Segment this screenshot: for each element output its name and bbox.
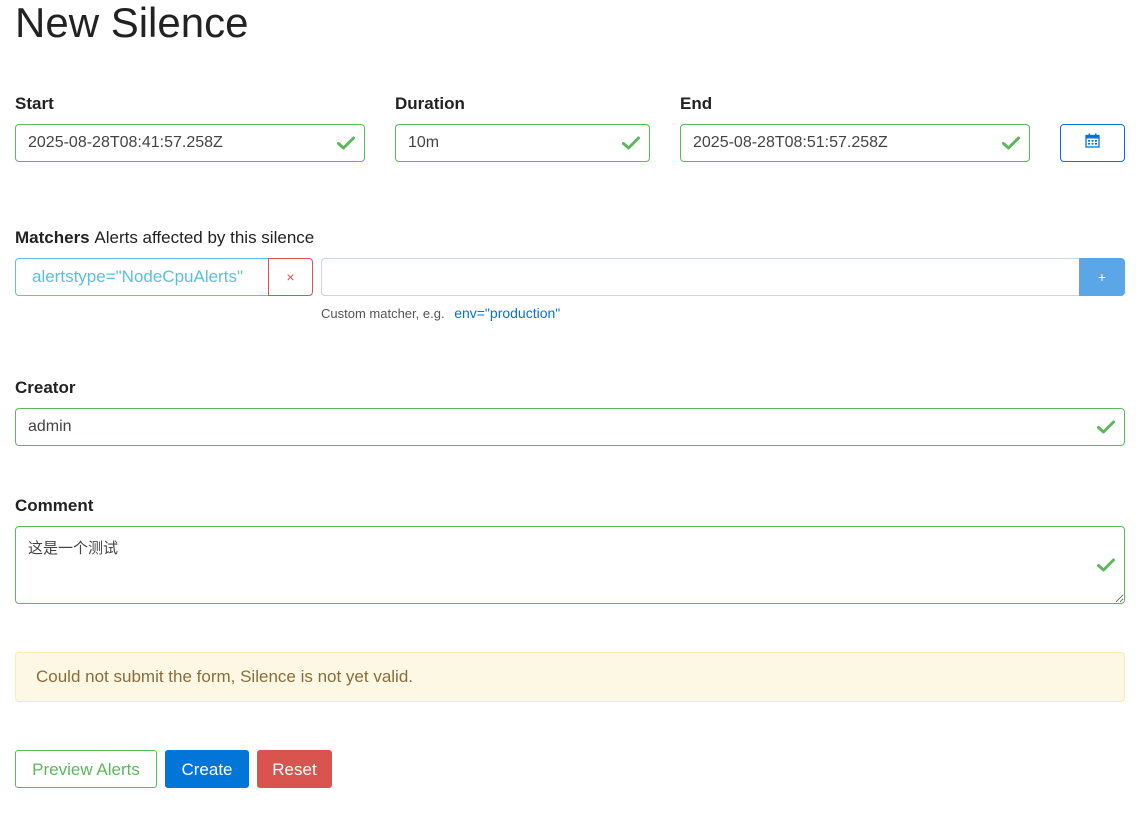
matcher-hint-text: Custom matcher, e.g. bbox=[321, 306, 445, 321]
start-input[interactable] bbox=[15, 124, 365, 162]
calendar-button[interactable] bbox=[1060, 124, 1125, 162]
matcher-pill[interactable]: alertstype="NodeCpuAlerts" bbox=[15, 258, 269, 296]
close-icon: × bbox=[286, 269, 295, 285]
creator-input[interactable] bbox=[15, 408, 1125, 446]
plus-icon: + bbox=[1097, 269, 1107, 285]
end-input[interactable] bbox=[680, 124, 1030, 162]
check-icon bbox=[622, 136, 640, 150]
reset-button[interactable]: Reset bbox=[257, 750, 332, 788]
matcher-hint: Custom matcher, e.g. env="production" bbox=[321, 305, 560, 321]
comment-label: Comment bbox=[15, 496, 94, 515]
add-matcher-button[interactable]: + bbox=[1079, 258, 1125, 296]
comment-textarea[interactable]: 这是一个测试 bbox=[15, 526, 1125, 604]
check-icon bbox=[1097, 420, 1115, 434]
calendar-icon bbox=[1085, 133, 1100, 153]
duration-input[interactable] bbox=[395, 124, 650, 162]
page-title: New Silence bbox=[15, 0, 249, 46]
creator-label: Creator bbox=[15, 378, 76, 397]
validation-alert: Could not submit the form, Silence is no… bbox=[15, 652, 1125, 702]
matchers-sublabel: Alerts affected by this silence bbox=[94, 228, 315, 247]
matchers-label: Matchers Alerts affected by this silence bbox=[15, 228, 314, 248]
check-icon bbox=[1097, 558, 1115, 572]
preview-alerts-button[interactable]: Preview Alerts bbox=[15, 750, 157, 788]
start-label: Start bbox=[15, 94, 54, 113]
remove-matcher-button[interactable]: × bbox=[268, 258, 313, 296]
end-label: End bbox=[680, 94, 713, 113]
matchers-title: Matchers bbox=[15, 228, 90, 247]
check-icon bbox=[337, 136, 355, 150]
matcher-hint-example: env="production" bbox=[454, 305, 561, 321]
create-button[interactable]: Create bbox=[165, 750, 249, 788]
duration-label: Duration bbox=[395, 94, 465, 113]
check-icon bbox=[1002, 136, 1020, 150]
custom-matcher-input[interactable] bbox=[321, 258, 1081, 296]
